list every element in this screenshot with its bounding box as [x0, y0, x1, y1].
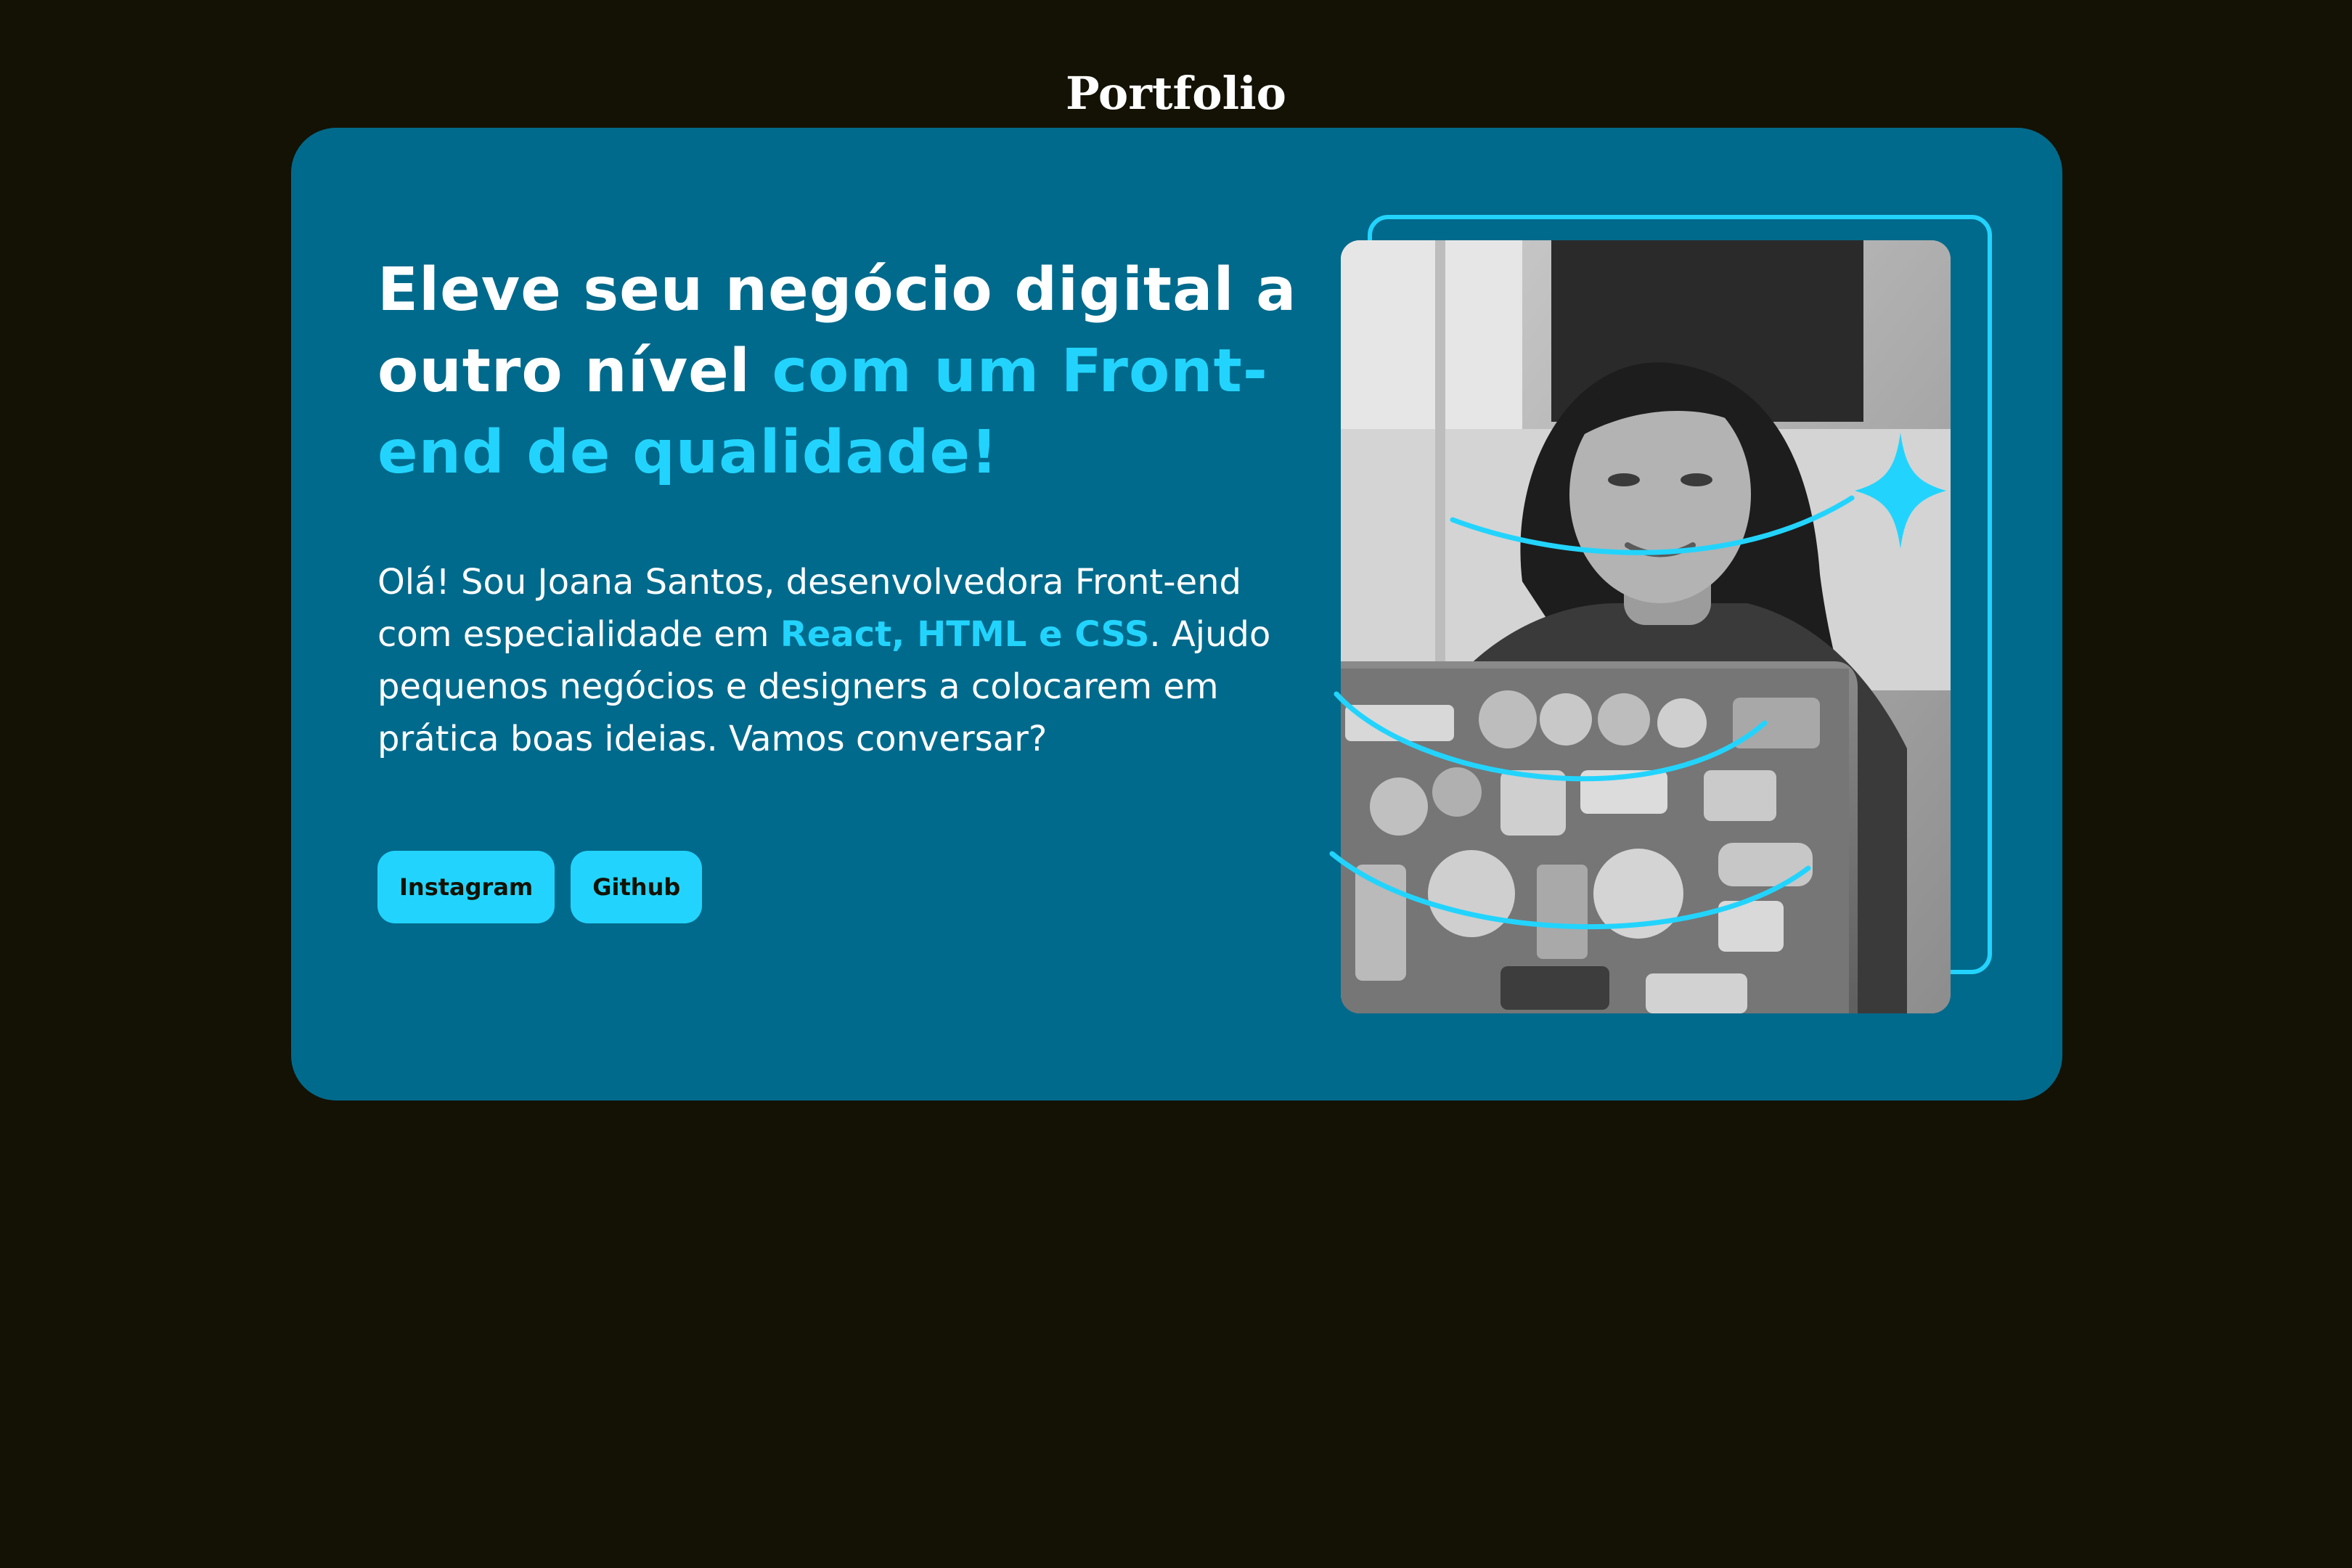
hero-headline: Eleve seu negócio digital a outro nível … [377, 250, 1321, 494]
hero-card: Eleve seu negócio digital a outro nível … [291, 128, 2062, 1101]
github-button[interactable]: Github [571, 851, 703, 923]
hero-intro: Olá! Sou Joana Santos, desenvolvedora Fr… [377, 556, 1307, 765]
instagram-button[interactable]: Instagram [377, 851, 555, 923]
intro-skills-highlight: React, HTML e CSS [780, 614, 1150, 655]
decorative-lines [1329, 433, 1946, 930]
page-title: Portfolio [1065, 66, 1287, 120]
social-buttons: Instagram Github [377, 851, 703, 923]
